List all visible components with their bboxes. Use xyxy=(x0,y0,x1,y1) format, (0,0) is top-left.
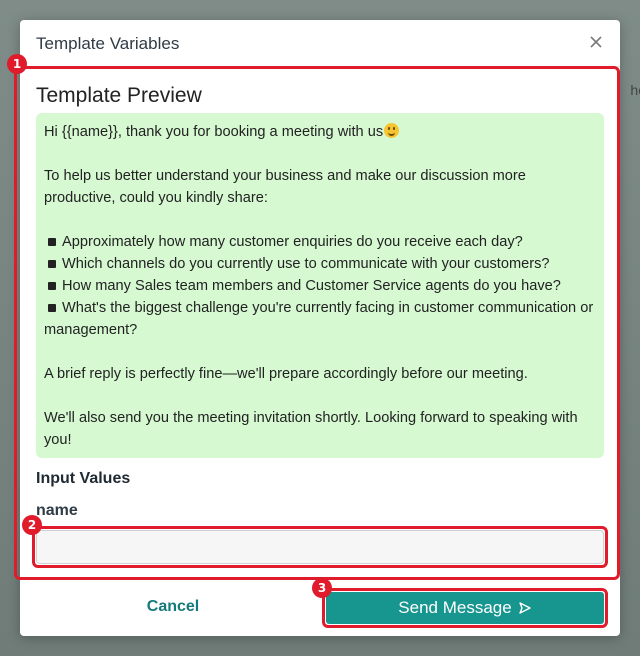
annotation-badge-1: 1 xyxy=(7,54,27,74)
bullet-icon xyxy=(48,303,56,312)
name-input[interactable] xyxy=(36,530,604,564)
bullet-icon xyxy=(48,259,56,268)
preview-closing: We'll also send you the meeting invitati… xyxy=(44,410,582,448)
bullet-icon xyxy=(48,237,56,246)
close-button[interactable] xyxy=(586,32,606,52)
close-icon xyxy=(590,36,602,48)
smile-emoji-icon xyxy=(384,123,400,138)
preview-question: Approximately how many customer enquirie… xyxy=(44,231,596,253)
name-field-label: name xyxy=(36,502,78,519)
input-values-heading: Input Values xyxy=(36,470,131,487)
cancel-button[interactable]: Cancel xyxy=(40,590,306,624)
annotation-badge-3: 3 xyxy=(312,578,332,598)
send-icon xyxy=(519,602,531,614)
template-variables-dialog: Template Variables 1 Template Preview Hi… xyxy=(7,20,620,636)
preview-intro: To help us better understand your busine… xyxy=(44,168,530,206)
send-button-label: Send Message xyxy=(398,598,512,617)
preview-greeting-line: Hi {{name}}, thank you for booking a mee… xyxy=(44,121,596,143)
send-message-button[interactable]: Send Message xyxy=(326,592,604,624)
preview-question: How many Sales team members and Customer… xyxy=(44,275,596,297)
dialog-header: Template Variables xyxy=(20,20,620,67)
background-partial-text: he xyxy=(630,82,640,98)
preview-title: Template Preview xyxy=(36,84,202,107)
dialog-title: Template Variables xyxy=(36,34,180,53)
preview-question: What's the biggest challenge you're curr… xyxy=(44,300,598,338)
preview-greeting: Hi {{name}}, thank you for booking a mee… xyxy=(44,124,384,140)
bullet-icon xyxy=(48,281,56,290)
preview-question: Which channels do you currently use to c… xyxy=(44,253,596,275)
template-preview: Hi {{name}}, thank you for booking a mee… xyxy=(36,113,604,458)
dialog-footer: Cancel 3 Send Message xyxy=(20,578,620,636)
annotation-badge-2: 2 xyxy=(22,515,42,535)
preview-reply-note: A brief reply is perfectly fine—we'll pr… xyxy=(44,366,528,382)
